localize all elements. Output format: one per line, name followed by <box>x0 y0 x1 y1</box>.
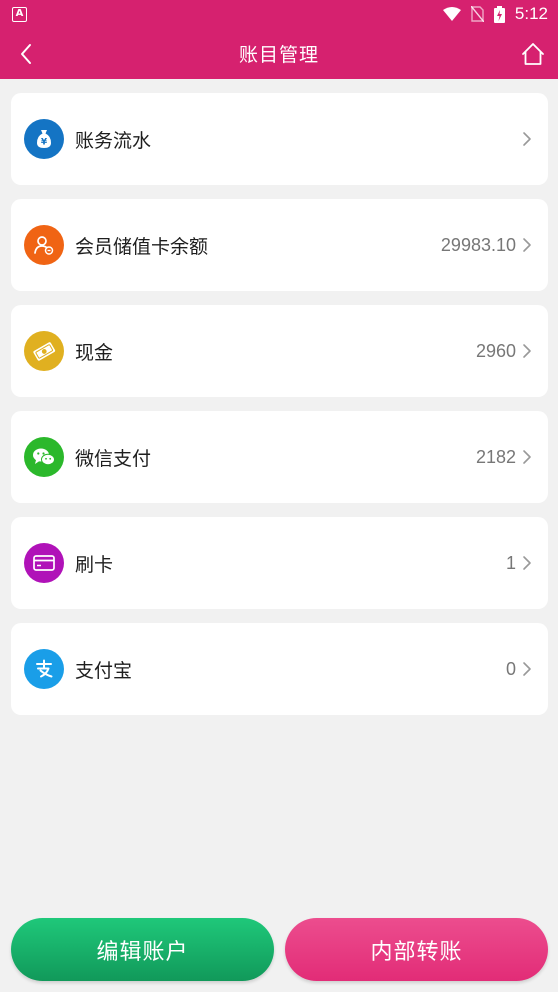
account-amount: 2182 <box>475 446 516 467</box>
app-notification-icon: A <box>12 6 27 22</box>
cash-icon <box>24 331 64 371</box>
account-row-ledger[interactable]: ¥ 账务流水 <box>11 93 548 185</box>
edit-account-button[interactable]: 编辑账户 <box>11 918 274 981</box>
chevron-right-icon <box>522 342 534 360</box>
chevron-right-icon <box>522 448 534 466</box>
account-amount: 0 <box>505 658 516 679</box>
no-sim-icon <box>470 6 484 22</box>
card-icon <box>24 543 64 583</box>
account-row-member-card[interactable]: 会员储值卡余额 29983.10 <box>11 199 548 291</box>
account-label: 现金 <box>75 341 114 364</box>
member-icon <box>24 225 64 265</box>
account-row-cash[interactable]: 现金 2960 <box>11 305 548 397</box>
chevron-right-icon <box>522 236 534 254</box>
chevron-right-icon <box>522 130 534 148</box>
bottom-action-bar: 编辑账户 内部转账 <box>11 918 548 981</box>
account-label: 刷卡 <box>75 553 114 576</box>
alipay-icon <box>24 649 64 689</box>
clock: 5:12 <box>514 4 548 23</box>
internal-transfer-button[interactable]: 内部转账 <box>285 918 548 981</box>
svg-text:¥: ¥ <box>41 138 48 148</box>
account-row-alipay[interactable]: 支付宝 0 <box>11 623 548 715</box>
account-list: ¥ 账务流水 会员储值卡余额 29983.10 现金 2960 微信支付 218… <box>11 93 548 729</box>
account-amount: 2960 <box>475 340 516 361</box>
home-icon <box>522 43 544 65</box>
status-bar: A 5:12 <box>0 0 558 28</box>
account-label: 支付宝 <box>75 659 133 682</box>
chevron-right-icon <box>522 660 534 678</box>
battery-icon <box>493 5 505 23</box>
home-button[interactable] <box>518 39 548 69</box>
wifi-icon <box>442 7 461 21</box>
app-header: 账目管理 <box>0 28 558 79</box>
account-label: 会员储值卡余额 <box>75 235 209 258</box>
account-amount: 29983.10 <box>440 234 516 255</box>
money-bag-icon: ¥ <box>24 119 64 159</box>
account-label: 微信支付 <box>75 447 152 470</box>
wechat-icon <box>24 437 64 477</box>
account-label: 账务流水 <box>75 129 152 152</box>
back-button[interactable] <box>12 40 40 68</box>
account-row-card-payment[interactable]: 刷卡 1 <box>11 517 548 609</box>
chevron-right-icon <box>522 554 534 572</box>
chevron-left-icon <box>21 44 31 64</box>
account-amount: 1 <box>505 552 516 573</box>
page-title: 账目管理 <box>238 44 319 66</box>
account-row-wechat[interactable]: 微信支付 2182 <box>11 411 548 503</box>
